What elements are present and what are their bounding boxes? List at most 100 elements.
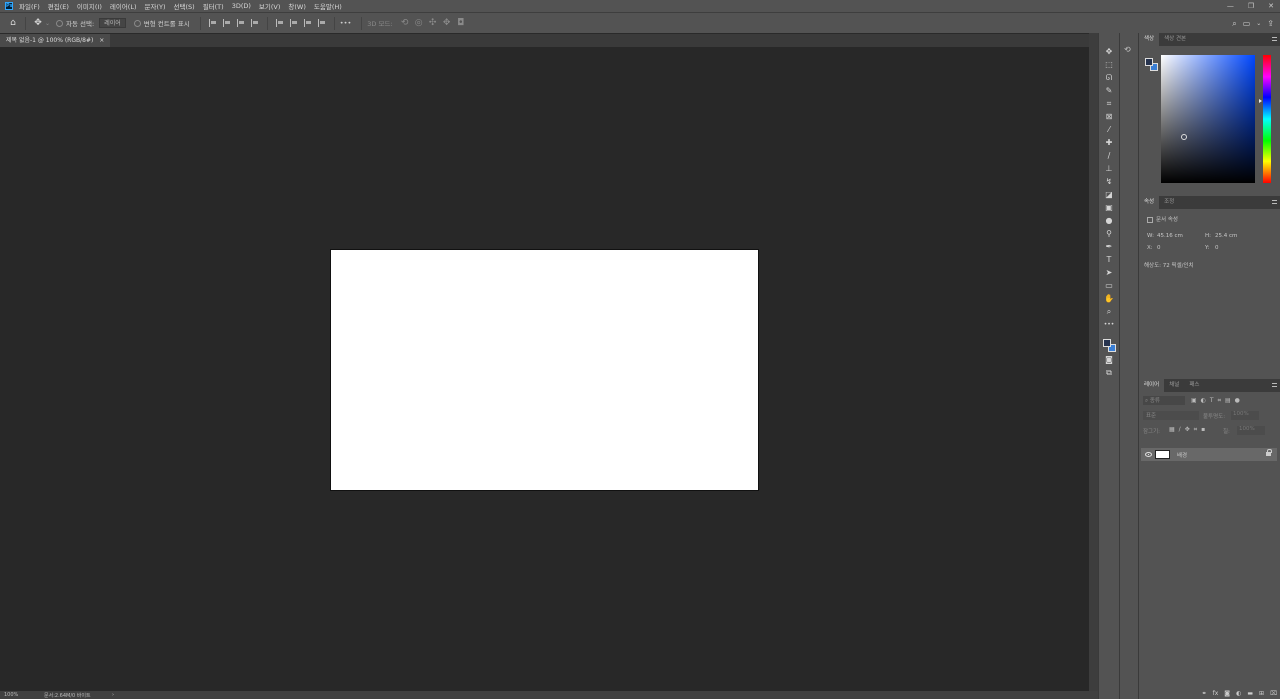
color-field[interactable] — [1161, 55, 1255, 183]
filter-smartobject-icon[interactable]: ▤ — [1225, 397, 1231, 405]
type-tool-icon[interactable]: T — [1102, 254, 1116, 266]
filter-adjustment-icon[interactable]: ◐ — [1201, 397, 1206, 405]
marquee-tool-icon[interactable]: ⬚ — [1102, 59, 1116, 71]
canvas-area[interactable] — [0, 47, 1089, 691]
hue-slider[interactable] — [1263, 55, 1271, 183]
minimize-button[interactable]: — — [1227, 2, 1234, 10]
home-icon[interactable]: ⌂ — [6, 16, 20, 30]
frame-tool-icon[interactable]: ⊠ — [1102, 111, 1116, 123]
dodge-tool-icon[interactable]: ⚲ — [1102, 228, 1116, 240]
hand-tool-icon[interactable]: ✋ — [1102, 293, 1116, 305]
distribute-vertical-icon[interactable] — [250, 19, 259, 27]
tab-properties[interactable]: 속성 — [1139, 196, 1160, 209]
3d-roll-icon[interactable]: ◎ — [412, 16, 426, 30]
chevron-down-icon[interactable]: ⌄ — [1256, 20, 1261, 27]
align-left-icon[interactable] — [208, 19, 217, 27]
3d-pan-icon[interactable]: ✣ — [426, 16, 440, 30]
filter-shape-icon[interactable]: ⌗ — [1218, 397, 1221, 405]
3d-camera-icon[interactable]: ◘ — [454, 16, 468, 30]
quick-select-tool-icon[interactable]: ✎ — [1102, 85, 1116, 97]
zoom-level[interactable]: 100% — [4, 692, 44, 698]
crop-tool-icon[interactable]: ⌗ — [1102, 98, 1116, 110]
color-picker-ring[interactable] — [1181, 134, 1187, 140]
close-tab-icon[interactable]: × — [99, 37, 104, 44]
menu-type[interactable]: 문자(Y) — [145, 1, 166, 11]
brush-tool-icon[interactable]: ∕ — [1102, 150, 1116, 162]
menu-select[interactable]: 선택(S) — [174, 1, 195, 11]
more-tools-icon[interactable]: ••• — [1102, 319, 1116, 331]
more-options-button[interactable]: ••• — [340, 19, 352, 27]
lasso-tool-icon[interactable]: ᘏ — [1102, 72, 1116, 84]
layer-filter-input[interactable]: ⌕ 종류 — [1143, 396, 1185, 405]
menu-edit[interactable]: 편집(E) — [48, 1, 69, 11]
adjustment-layer-icon[interactable]: ◐ — [1236, 690, 1241, 697]
opacity-input[interactable]: 100% — [1231, 411, 1259, 420]
menu-filter[interactable]: 필터(T) — [203, 1, 224, 11]
workspace-icon[interactable]: ▭ — [1243, 19, 1251, 28]
menu-file[interactable]: 파일(F) — [19, 1, 40, 11]
new-group-icon[interactable]: ▬ — [1247, 690, 1253, 697]
quick-mask-icon[interactable]: ◙ — [1102, 354, 1116, 366]
eye-icon[interactable] — [1145, 452, 1152, 457]
menu-layer[interactable]: 레이어(L) — [110, 1, 137, 11]
document-canvas[interactable] — [330, 249, 759, 491]
align-hcenter-icon[interactable] — [222, 19, 231, 27]
lock-position-icon[interactable]: ✥ — [1185, 426, 1190, 434]
eyedropper-tool-icon[interactable]: ⁄ — [1102, 124, 1116, 136]
height-value[interactable]: 25.4 cm — [1215, 233, 1237, 239]
link-layers-icon[interactable]: ⚭ — [1202, 690, 1207, 697]
tab-swatches[interactable]: 색상 견본 — [1159, 33, 1191, 46]
document-tab[interactable]: 제목 없음-1 @ 100% (RGB/8#) × — [0, 34, 111, 48]
menu-image[interactable]: 이미지(I) — [77, 1, 102, 11]
tab-adjustments[interactable]: 조정 — [1159, 196, 1179, 209]
3d-rotate-icon[interactable]: ⟲ — [398, 16, 412, 30]
panel-menu-icon[interactable] — [1272, 383, 1277, 387]
add-mask-icon[interactable]: ◙ — [1224, 690, 1230, 697]
align-right-icon[interactable] — [236, 19, 245, 27]
tab-color[interactable]: 색상 — [1139, 33, 1160, 46]
panel-menu-icon[interactable] — [1272, 37, 1277, 41]
filter-type-icon[interactable]: T — [1210, 397, 1214, 405]
path-select-tool-icon[interactable]: ➤ — [1102, 267, 1116, 279]
search-icon[interactable]: ⌕ — [1232, 19, 1236, 29]
menu-window[interactable]: 창(W) — [288, 1, 305, 11]
close-button[interactable]: ✕ — [1268, 2, 1274, 10]
eraser-tool-icon[interactable]: ◪ — [1102, 189, 1116, 201]
y-value[interactable]: 0 — [1215, 245, 1219, 251]
x-value[interactable]: 0 — [1157, 245, 1161, 251]
layer-style-icon[interactable]: fx — [1213, 690, 1219, 697]
zoom-tool-icon[interactable]: ⌕ — [1102, 306, 1116, 318]
distribute-horizontal-icon[interactable] — [317, 19, 326, 27]
menu-view[interactable]: 보기(V) — [259, 1, 280, 11]
rectangle-tool-icon[interactable]: ▭ — [1102, 280, 1116, 292]
filter-toggle-icon[interactable]: ● — [1235, 397, 1240, 405]
width-value[interactable]: 45.16 cm — [1157, 233, 1183, 239]
chevron-down-icon[interactable]: ⌄ — [45, 20, 50, 27]
stamp-tool-icon[interactable]: ⊥ — [1102, 163, 1116, 175]
fill-input[interactable]: 100% — [1237, 426, 1265, 435]
tab-layers[interactable]: 레이어 — [1139, 379, 1165, 392]
gradient-tool-icon[interactable]: ▣ — [1102, 202, 1116, 214]
layer-name[interactable]: 배경 — [1177, 451, 1187, 459]
lock-artboard-icon[interactable]: ⌗ — [1194, 426, 1197, 434]
history-panel-icon[interactable]: ⟲ — [1124, 45, 1131, 54]
3d-slide-icon[interactable]: ✥ — [440, 16, 454, 30]
blur-tool-icon[interactable]: ● — [1102, 215, 1116, 227]
lock-icon[interactable] — [1266, 449, 1272, 456]
lock-transparent-icon[interactable]: ▦ — [1169, 426, 1175, 434]
status-menu-arrow[interactable]: › — [112, 692, 114, 698]
layer-row[interactable]: 배경 — [1141, 448, 1277, 461]
menu-help[interactable]: 도움말(H) — [314, 1, 342, 11]
hue-slider-handle[interactable] — [1259, 99, 1262, 103]
menu-3d[interactable]: 3D(D) — [232, 2, 251, 10]
align-vcenter-icon[interactable] — [289, 19, 298, 27]
new-layer-icon[interactable]: ⊞ — [1259, 690, 1264, 697]
tab-channels[interactable]: 채널 — [1164, 379, 1184, 392]
foreground-color-swatch[interactable] — [1103, 339, 1111, 347]
align-bottom-icon[interactable] — [303, 19, 312, 27]
delete-layer-icon[interactable]: ⌧ — [1270, 690, 1277, 697]
share-icon[interactable]: ⇪ — [1267, 19, 1274, 28]
history-brush-tool-icon[interactable]: ↯ — [1102, 176, 1116, 188]
show-transform-checkbox[interactable] — [133, 19, 141, 27]
move-tool-preset-icon[interactable]: ✥ — [31, 16, 45, 30]
